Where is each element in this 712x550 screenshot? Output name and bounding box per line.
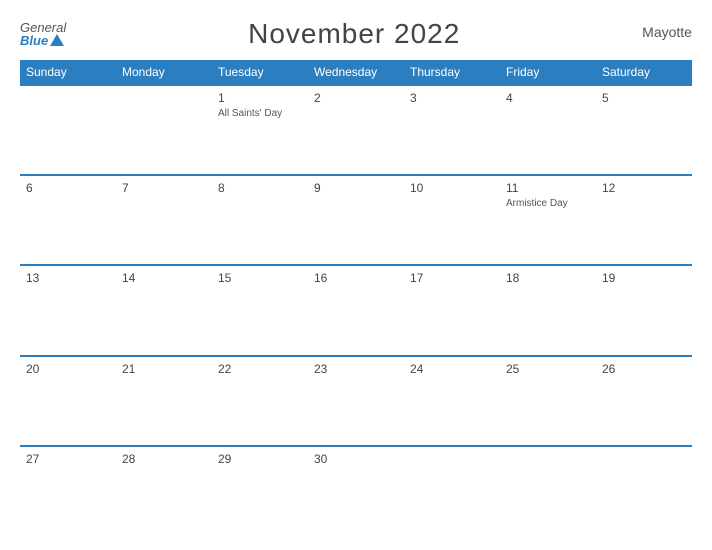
header-friday: Friday	[500, 60, 596, 85]
day-number: 5	[602, 91, 686, 105]
calendar-week-row: 27 28 29 30	[20, 446, 692, 536]
header-thursday: Thursday	[404, 60, 500, 85]
calendar-cell: 18	[500, 265, 596, 355]
header: General Blue November 2022 Mayotte	[20, 18, 692, 50]
calendar-cell	[596, 446, 692, 536]
day-number: 15	[218, 271, 302, 285]
day-number: 8	[218, 181, 302, 195]
day-number: 27	[26, 452, 110, 466]
calendar-cell: 13	[20, 265, 116, 355]
calendar-cell	[404, 446, 500, 536]
calendar-week-row: 6789 10 11 Armistice Day 12	[20, 175, 692, 265]
logo-triangle-icon	[50, 34, 64, 46]
header-tuesday: Tuesday	[212, 60, 308, 85]
calendar-cell: 12	[596, 175, 692, 265]
calendar-cell: 28	[116, 446, 212, 536]
calendar-cell: 15	[212, 265, 308, 355]
calendar-cell: 25	[500, 356, 596, 446]
day-number: 7	[122, 181, 206, 195]
header-sunday: Sunday	[20, 60, 116, 85]
calendar-cell: 9	[308, 175, 404, 265]
holiday-label: Armistice Day	[506, 197, 590, 210]
calendar-cell: 26	[596, 356, 692, 446]
calendar-cell: 21	[116, 356, 212, 446]
day-number: 25	[506, 362, 590, 376]
calendar-cell: 23	[308, 356, 404, 446]
day-number: 11	[506, 181, 590, 195]
logo: General Blue	[20, 21, 66, 47]
day-number: 24	[410, 362, 494, 376]
calendar-week-row: 20 21 22 23 24 25 26	[20, 356, 692, 446]
day-number: 18	[506, 271, 590, 285]
day-number: 17	[410, 271, 494, 285]
day-number: 19	[602, 271, 686, 285]
day-number: 12	[602, 181, 686, 195]
calendar-cell: 6	[20, 175, 116, 265]
day-number: 29	[218, 452, 302, 466]
calendar-cell: 7	[116, 175, 212, 265]
header-monday: Monday	[116, 60, 212, 85]
day-number: 6	[26, 181, 110, 195]
day-number: 1	[218, 91, 302, 105]
calendar-cell: 14	[116, 265, 212, 355]
calendar-cell: 30	[308, 446, 404, 536]
day-number: 16	[314, 271, 398, 285]
calendar-page: General Blue November 2022 Mayotte Sunda…	[0, 0, 712, 550]
calendar-cell: 11 Armistice Day	[500, 175, 596, 265]
calendar-cell: 10	[404, 175, 500, 265]
calendar-cell: 16	[308, 265, 404, 355]
calendar-cell	[500, 446, 596, 536]
calendar-week-row: 13 14 15 16 17 18 19	[20, 265, 692, 355]
day-number: 28	[122, 452, 206, 466]
day-number: 21	[122, 362, 206, 376]
calendar-cell: 19	[596, 265, 692, 355]
day-number: 10	[410, 181, 494, 195]
calendar-cell: 8	[212, 175, 308, 265]
weekday-header-row: Sunday Monday Tuesday Wednesday Thursday…	[20, 60, 692, 85]
header-wednesday: Wednesday	[308, 60, 404, 85]
calendar-cell: 2	[308, 85, 404, 175]
day-number: 2	[314, 91, 398, 105]
day-number: 13	[26, 271, 110, 285]
calendar-cell	[116, 85, 212, 175]
holiday-label: All Saints' Day	[218, 107, 302, 120]
day-number: 4	[506, 91, 590, 105]
calendar-cell: 20	[20, 356, 116, 446]
calendar-cell: 3	[404, 85, 500, 175]
calendar-cell	[20, 85, 116, 175]
calendar-cell: 29	[212, 446, 308, 536]
day-number: 20	[26, 362, 110, 376]
region-label: Mayotte	[642, 18, 692, 40]
calendar-title: November 2022	[248, 18, 460, 50]
day-number: 23	[314, 362, 398, 376]
day-number: 22	[218, 362, 302, 376]
calendar-week-row: 1 All Saints' Day 2345	[20, 85, 692, 175]
calendar-cell: 22	[212, 356, 308, 446]
calendar-cell: 24	[404, 356, 500, 446]
calendar-cell: 1 All Saints' Day	[212, 85, 308, 175]
calendar-table: Sunday Monday Tuesday Wednesday Thursday…	[20, 60, 692, 536]
calendar-cell: 4	[500, 85, 596, 175]
logo-blue-text: Blue	[20, 34, 66, 47]
day-number: 3	[410, 91, 494, 105]
calendar-cell: 17	[404, 265, 500, 355]
header-saturday: Saturday	[596, 60, 692, 85]
day-number: 9	[314, 181, 398, 195]
day-number: 14	[122, 271, 206, 285]
day-number: 26	[602, 362, 686, 376]
calendar-cell: 5	[596, 85, 692, 175]
day-number: 30	[314, 452, 398, 466]
calendar-cell: 27	[20, 446, 116, 536]
